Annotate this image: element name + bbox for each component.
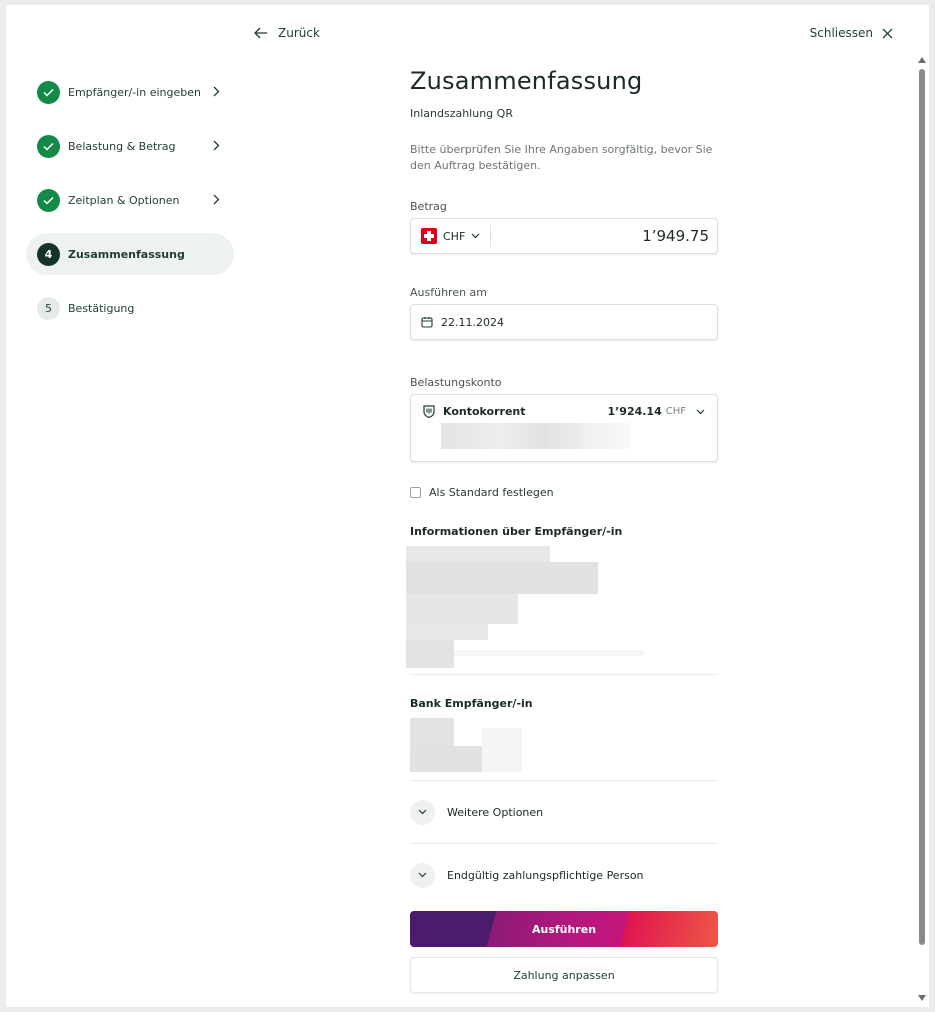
step-label: Empfänger/-in eingeben [68, 85, 201, 99]
set-default-checkbox[interactable] [410, 487, 421, 498]
chevron-down-icon [696, 409, 705, 414]
debit-account-select[interactable]: Kontokorrent 1’924.14 CHF [410, 394, 718, 462]
chevron-right-icon [213, 140, 220, 151]
step-label: Bestätigung [68, 301, 135, 315]
redacted-iban [441, 423, 631, 449]
chevron-right-icon [213, 86, 220, 97]
bank-shield-icon [423, 405, 435, 418]
back-link[interactable]: Zurück [254, 21, 320, 45]
amount-field: CHF [410, 218, 718, 254]
currency-code: CHF [443, 229, 466, 243]
back-label: Zurück [278, 26, 320, 40]
amount-label: Betrag [410, 200, 447, 213]
step-label: Belastung & Betrag [68, 139, 176, 153]
more-options-expander[interactable]: Weitere Optionen [410, 799, 718, 825]
scroll-up-arrow-icon[interactable] [918, 57, 926, 63]
step-confirmation: 5 Bestätigung [26, 287, 234, 329]
close-button[interactable]: Schliessen [810, 21, 893, 45]
payment-type: Inlandszahlung QR [410, 107, 513, 120]
checkmark-icon [37, 134, 60, 158]
recipient-bank-title: Bank Empfänger/-in [410, 697, 533, 710]
currency-select[interactable]: CHF [411, 225, 492, 247]
account-currency: CHF [665, 406, 686, 417]
divider [410, 674, 718, 675]
divider [410, 843, 718, 844]
expander-label: Weitere Optionen [447, 805, 544, 819]
adjust-payment-button[interactable]: Zahlung anpassen [410, 957, 718, 993]
step-label: Zeitplan & Optionen [68, 193, 180, 207]
amount-input[interactable] [491, 227, 717, 245]
expander-label: Endgültig zahlungspflichtige Person [447, 868, 644, 882]
set-default-checkbox-row[interactable]: Als Standard festlegen [410, 486, 718, 499]
redacted-recipient-info [406, 546, 718, 674]
redacted-recipient-bank [410, 718, 718, 780]
execution-date-label: Ausführen am [410, 286, 488, 299]
scrollbar[interactable] [915, 55, 929, 1005]
step-number: 5 [37, 296, 60, 320]
account-balance: 1’924.14 [607, 405, 662, 418]
step-debit-amount[interactable]: Belastung & Betrag [26, 125, 234, 167]
checkmark-icon [37, 80, 60, 104]
chevron-down-icon [471, 233, 480, 239]
step-number: 4 [37, 242, 60, 266]
page-title: Zusammenfassung [410, 67, 643, 95]
summary-panel: Zusammenfassung Inlandszahlung QR Bitte … [406, 67, 718, 993]
debit-account-label: Belastungskonto [410, 376, 502, 389]
execution-date-field[interactable]: 22.11.2024 [410, 304, 718, 340]
execute-button[interactable]: Ausführen [410, 911, 718, 947]
arrow-left-icon [254, 27, 267, 39]
step-schedule-options[interactable]: Zeitplan & Optionen [26, 179, 234, 221]
divider [410, 780, 718, 781]
set-default-label: Als Standard festlegen [429, 486, 554, 499]
review-hint: Bitte überprüfen Sie Ihre Angaben sorgfä… [410, 143, 713, 172]
scrollbar-thumb[interactable] [919, 69, 925, 945]
close-icon [882, 28, 893, 38]
swiss-flag-icon [421, 228, 437, 244]
checkmark-icon [37, 188, 60, 212]
ultimate-debtor-expander[interactable]: Endgültig zahlungspflichtige Person [410, 862, 718, 888]
step-summary[interactable]: 4 Zusammenfassung [26, 233, 234, 275]
close-label: Schliessen [809, 26, 873, 40]
chevron-down-icon [410, 799, 435, 825]
app-window: Zurück Schliessen Empfänger/-in eingeben… [6, 5, 929, 1007]
recipient-info-title: Informationen über Empfänger/-in [410, 525, 623, 538]
chevron-down-icon [410, 862, 435, 888]
wizard-stepper: Empfänger/-in eingeben Belastung & Betra… [26, 71, 234, 341]
step-label: Zusammenfassung [68, 247, 185, 261]
account-name: Kontokorrent [443, 405, 526, 418]
execution-date-value: 22.11.2024 [441, 315, 504, 329]
step-recipient[interactable]: Empfänger/-in eingeben [26, 71, 234, 113]
scroll-down-arrow-icon[interactable] [918, 995, 926, 1001]
calendar-icon [421, 317, 433, 328]
chevron-right-icon [213, 194, 220, 205]
